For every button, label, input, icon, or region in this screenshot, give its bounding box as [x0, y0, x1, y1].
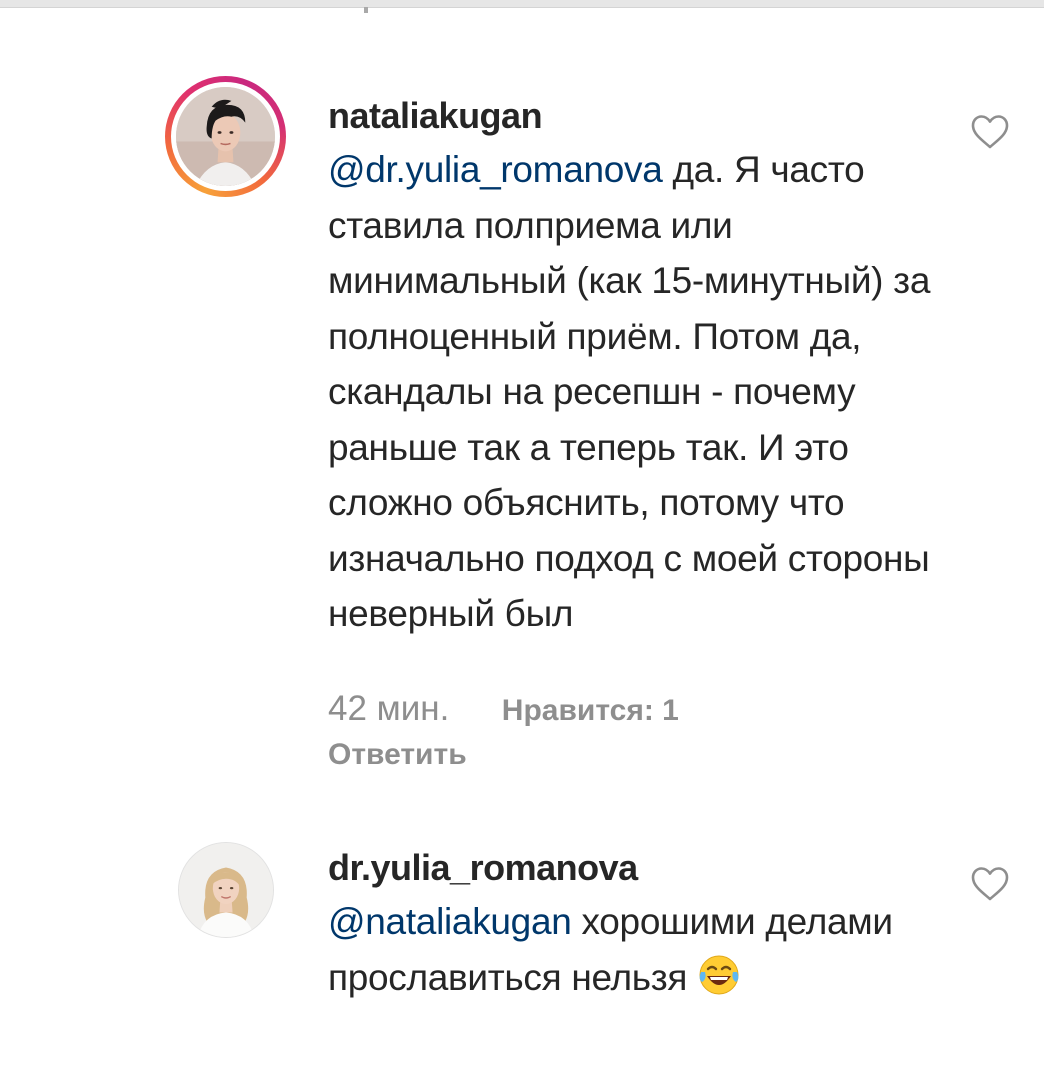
reply-button[interactable]: Ответить [328, 734, 948, 776]
avatar-photo [176, 87, 275, 186]
comment-username[interactable]: dr.yulia_romanova [328, 846, 948, 890]
likes-count[interactable]: Нравится: 1 [502, 686, 679, 736]
comment-text: @nataliakugan хорошими делами прославить… [328, 894, 948, 1005]
comment-text: @dr.yulia_romanova да. Я часто ставила п… [328, 142, 948, 642]
comment-content: dr.yulia_romanova @nataliakugan хорошими… [328, 846, 948, 1005]
avatar[interactable] [176, 87, 275, 186]
story-ring[interactable] [165, 76, 286, 197]
scroll-indicator [364, 7, 368, 13]
heart-outline-icon[interactable] [970, 114, 1010, 150]
comment-content: nataliakugan @dr.yulia_romanova да. Я ча… [328, 94, 948, 776]
top-divider [0, 0, 1044, 8]
comment-meta: 42 мин. Нравится: 1 [328, 684, 948, 734]
face-with-tears-of-joy-icon [697, 952, 741, 996]
comment-username[interactable]: nataliakugan [328, 94, 948, 138]
mention-link[interactable]: @nataliakugan [328, 901, 572, 942]
comment-timestamp: 42 мин. [328, 688, 450, 728]
avatar[interactable] [178, 842, 274, 938]
heart-outline-icon[interactable] [970, 866, 1010, 902]
avatar-photo [179, 843, 273, 937]
mention-link[interactable]: @dr.yulia_romanova [328, 149, 663, 190]
comment-body: да. Я часто ставила полприема или минима… [328, 149, 931, 634]
